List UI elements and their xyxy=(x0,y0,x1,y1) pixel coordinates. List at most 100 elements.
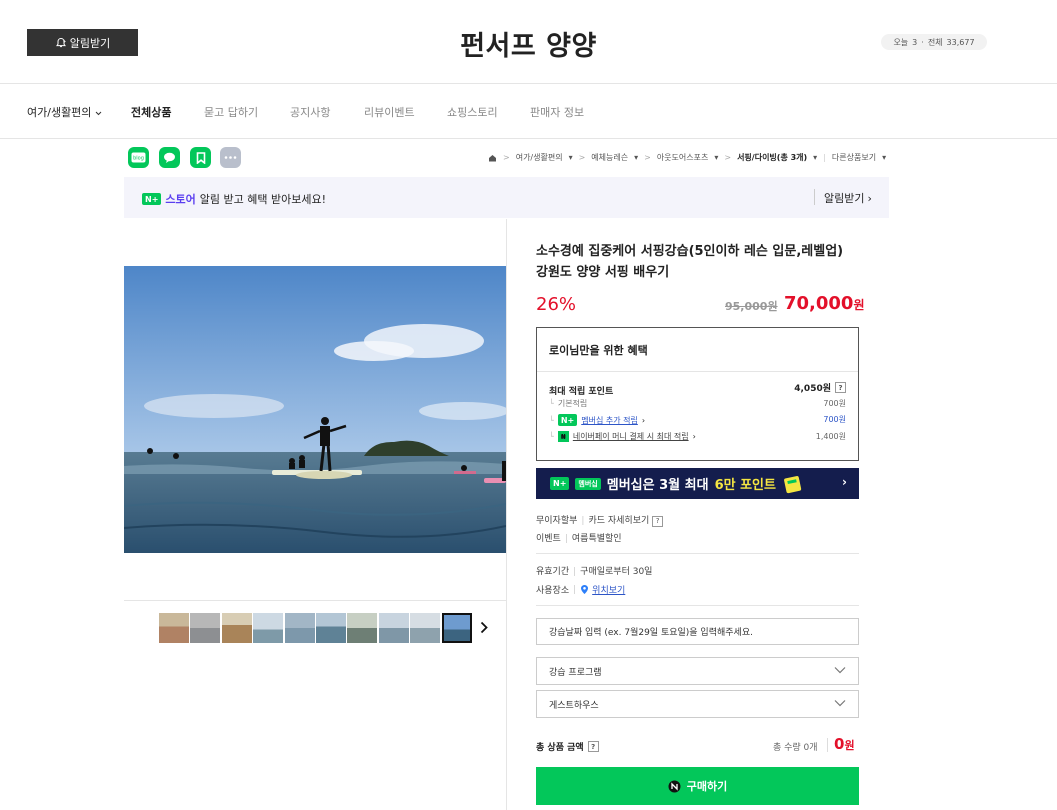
benefit-box: 로이님만을 위한 혜택 최대 적립 포인트 4,050원 ? └ 기본적립 70… xyxy=(536,327,859,461)
thumbnail-6[interactable] xyxy=(316,613,346,643)
visit-today-label: 오늘 xyxy=(893,37,909,47)
product-image-area xyxy=(124,219,507,810)
guesthouse-select[interactable]: 게스트하우스 xyxy=(536,690,859,718)
max-point-value: 4,050원 ? xyxy=(794,381,846,394)
npay-icon: ₦ xyxy=(557,431,569,442)
benefit-row-npay-label: 네이버페이 머니 결제 시 최대 적립 xyxy=(572,432,689,441)
nav-tab-seller-info[interactable]: 판매자 정보 xyxy=(530,104,584,120)
nav-tab-shopping-story[interactable]: 쇼핑스토리 xyxy=(447,104,498,120)
thumbnail-2[interactable] xyxy=(190,613,220,643)
talk-icon[interactable] xyxy=(159,147,180,168)
thumbnail-9[interactable] xyxy=(410,613,440,643)
breadcrumb-separator: > xyxy=(724,153,732,162)
nav-tab-all-products[interactable]: 전체상품 xyxy=(131,104,171,120)
breadcrumb-item-2[interactable]: 예체능레슨 xyxy=(591,152,628,163)
visit-separator: · xyxy=(921,37,924,47)
total-amount-unit: 원 xyxy=(844,739,855,752)
chevron-right-icon: › xyxy=(867,191,872,205)
membership-badge: 멤버십 xyxy=(575,477,601,490)
benefit-row-npay[interactable]: └ ₦ 네이버페이 머니 결제 시 최대 적립 › xyxy=(549,431,696,442)
breadcrumb-separator: > xyxy=(503,153,510,162)
nav-category-dropdown[interactable]: 여가/생활편의 xyxy=(27,104,102,120)
svg-text:blog: blog xyxy=(133,156,144,162)
separator: | xyxy=(573,567,577,577)
chevron-down-icon: ▾ xyxy=(813,153,818,162)
chevron-down-icon: ▾ xyxy=(714,153,719,162)
chevron-right-icon: › xyxy=(641,415,646,425)
nav-tab-review-event[interactable]: 리뷰이벤트 xyxy=(364,104,415,120)
lesson-program-select[interactable]: 강습 프로그램 xyxy=(536,657,859,685)
nplus-badge: N+ xyxy=(142,193,162,205)
store-header: + 알림받기 펀서프 양양 오늘 3 · 전체 33,677 xyxy=(0,0,1057,84)
divider xyxy=(536,553,859,554)
visitor-count: 오늘 3 · 전체 33,677 xyxy=(881,34,987,50)
total-quantity: 총 수량 0개 xyxy=(773,743,818,753)
breadcrumb-divider: | xyxy=(823,153,826,162)
nav-tab-qna[interactable]: 묻고 답하기 xyxy=(204,104,258,120)
gift-coupon-icon xyxy=(784,475,802,493)
max-point-label-text: 최대 적립 포인트 xyxy=(549,387,614,397)
other-products-link[interactable]: 다른상품보기 xyxy=(832,152,876,163)
total-divider xyxy=(827,738,828,752)
benefit-row-membership[interactable]: └ N+ 멤버십 추가 적립 › xyxy=(549,414,645,426)
guesthouse-label: 게스트하우스 xyxy=(549,700,599,711)
benefit-row-basic-label: 기본적립 xyxy=(557,399,588,408)
validity-row: 유효기간 | 구매일로부터 30일 xyxy=(536,564,652,577)
total-amount-value: 0 xyxy=(834,735,845,753)
benefit-row-membership-value: 700원 xyxy=(823,415,846,424)
lesson-date-input[interactable]: 강습날짜 입력 (ex. 7월29일 토요일)을 입력해주세요. xyxy=(536,618,859,645)
benefit-row-membership-label: 멤버십 추가 적립 xyxy=(581,415,638,425)
thumbnail-8[interactable] xyxy=(379,613,409,643)
total-label-text: 총 상품 금액 xyxy=(536,743,584,753)
thumbnail-3[interactable] xyxy=(222,613,252,643)
location-label: 사용장소 xyxy=(536,586,570,596)
breadcrumb-current[interactable]: 서핑/다이빙(총 3개) xyxy=(737,152,807,163)
installment-label: 무이자할부 xyxy=(536,516,578,526)
benefit-row-npay-value: 1,400원 xyxy=(815,432,846,441)
thumbnail-10-selected[interactable] xyxy=(442,613,472,643)
nplus-badge: N+ xyxy=(550,477,570,490)
chevron-right-icon: › xyxy=(842,475,847,489)
location-pin-icon xyxy=(581,585,589,594)
home-icon[interactable] xyxy=(488,154,497,162)
benefit-heading: 로이님만을 위한 혜택 xyxy=(549,344,648,357)
visit-total-label: 전체 xyxy=(927,37,943,47)
membership-text: 멤버십은 3월 최대 xyxy=(606,478,709,493)
total-amount: 0원 xyxy=(834,735,855,753)
chevron-down-icon xyxy=(834,667,846,674)
visit-total: 33,677 xyxy=(946,37,975,47)
nav-tab-notice[interactable]: 공지사항 xyxy=(290,104,330,120)
location-link[interactable]: 위치보기 xyxy=(592,583,625,596)
thumbnail-7[interactable] xyxy=(347,613,377,643)
card-detail-link[interactable]: 카드 자세히보기 xyxy=(588,516,649,526)
chevron-right-icon xyxy=(480,621,488,634)
blog-icon[interactable]: blog xyxy=(128,147,149,168)
banner-alarm-link[interactable]: 알림받기 › xyxy=(824,190,872,206)
bookmark-icon[interactable] xyxy=(190,147,211,168)
sale-price-unit: 원 xyxy=(853,298,865,312)
help-icon[interactable]: ? xyxy=(587,741,599,752)
event-label: 이벤트 xyxy=(536,534,561,544)
payment-info-row: 무이자할부 | 카드 자세히보기 ? xyxy=(536,513,664,527)
tree-branch-icon: └ xyxy=(549,432,554,441)
thumbnail-next-arrow[interactable] xyxy=(480,619,488,638)
more-icon[interactable] xyxy=(220,147,241,168)
thumbnail-4[interactable] xyxy=(253,613,283,643)
validity-label: 유효기간 xyxy=(536,567,570,577)
product-main-image[interactable] xyxy=(124,266,506,553)
membership-promo-banner[interactable]: N+ 멤버십 멤버십은 3월 최대 6만 포인트 › xyxy=(536,468,859,499)
lesson-program-label: 강습 프로그램 xyxy=(549,667,602,678)
benefit-divider xyxy=(537,371,858,372)
thumbnail-1[interactable] xyxy=(159,613,189,643)
help-icon[interactable]: ? xyxy=(652,515,664,527)
breadcrumb-item-1[interactable]: 여가/생활편의 xyxy=(516,152,563,163)
banner-divider xyxy=(814,189,815,205)
location-row: 사용장소 | 위치보기 xyxy=(536,583,625,597)
buy-button[interactable]: 구매하기 xyxy=(536,767,859,805)
breadcrumb-item-3[interactable]: 아웃도어스포츠 xyxy=(657,152,709,163)
help-icon[interactable]: ? xyxy=(835,382,846,393)
nav-category-label: 여가/생활편의 xyxy=(27,106,92,119)
thumbnail-strip xyxy=(124,600,506,650)
thumbnail-5[interactable] xyxy=(285,613,315,643)
membership-highlight: 6만 포인트 xyxy=(714,478,776,493)
